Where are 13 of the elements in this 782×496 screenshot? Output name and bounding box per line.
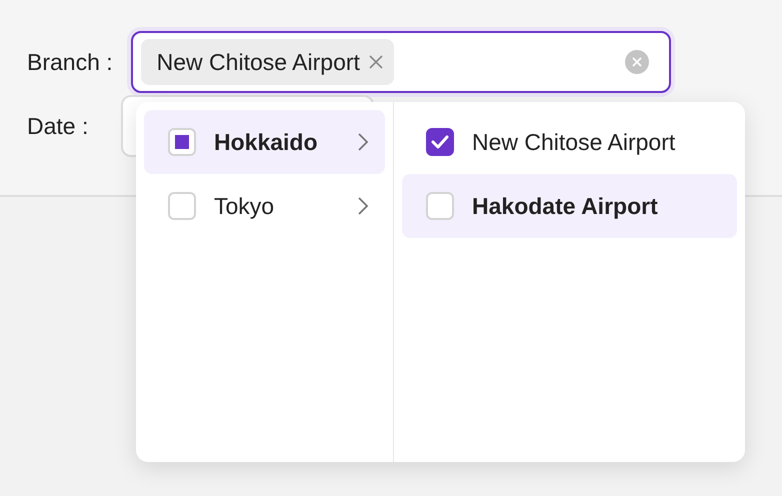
check-icon bbox=[431, 135, 449, 149]
clear-icon[interactable] bbox=[624, 50, 649, 74]
checkbox[interactable] bbox=[426, 128, 454, 156]
field-label: Date : bbox=[27, 112, 88, 140]
tag-label: New Chitose Airport bbox=[156, 48, 360, 76]
field-label: Branch : bbox=[27, 48, 113, 76]
region-option[interactable]: Hokkaido bbox=[144, 110, 385, 174]
chevron-icon bbox=[357, 132, 369, 152]
branch-option[interactable]: Hakodate Airport bbox=[402, 174, 737, 238]
branch-option[interactable]: New Chitose Airport bbox=[402, 110, 737, 174]
chevron-icon bbox=[357, 196, 369, 216]
close-icon[interactable] bbox=[368, 54, 384, 70]
region-option[interactable]: Tokyo bbox=[144, 174, 385, 238]
